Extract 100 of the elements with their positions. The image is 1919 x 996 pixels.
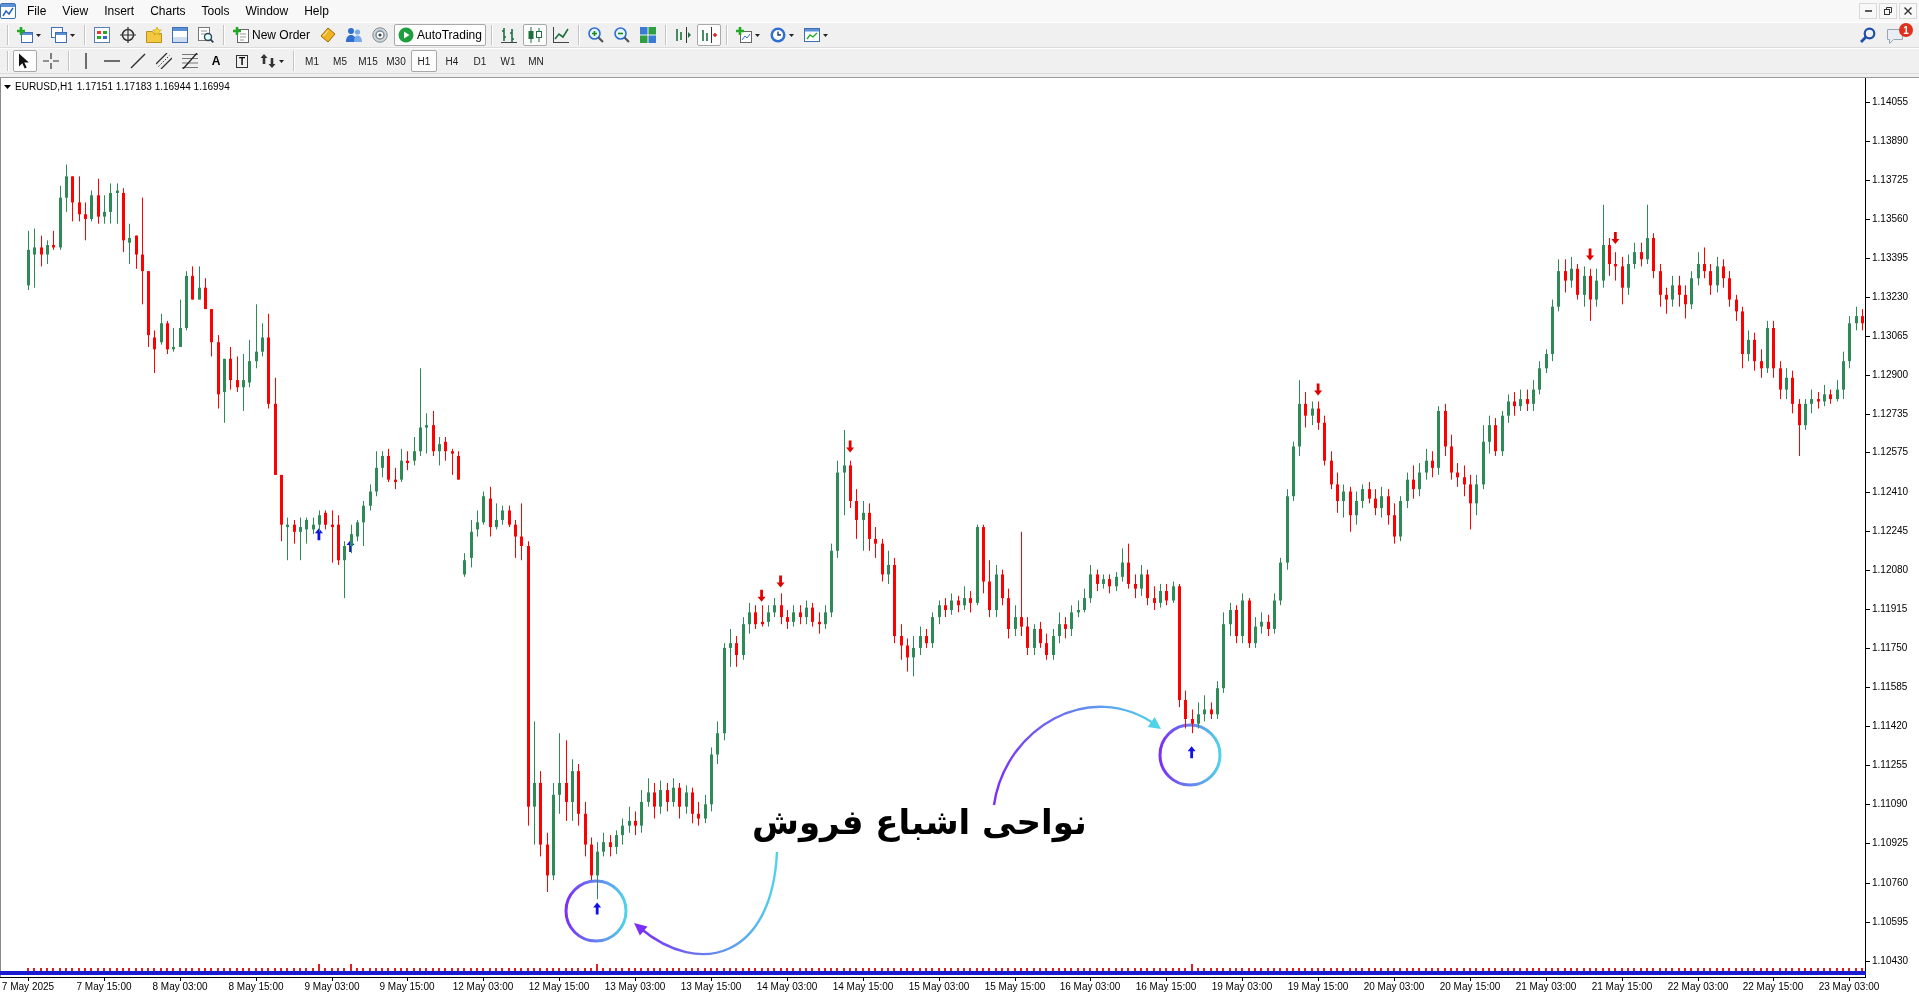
- text-label-button[interactable]: T: [230, 50, 254, 72]
- candlestick: [52, 230, 55, 251]
- timeframe-button[interactable]: MN: [523, 50, 549, 72]
- price-label: 1.11255: [1872, 759, 1908, 771]
- text-tool-button[interactable]: A: [204, 50, 228, 72]
- candlestick: [1108, 573, 1111, 594]
- candlestick: [362, 500, 365, 547]
- time-label: 19 May 15:00: [1287, 981, 1349, 993]
- candlestick: [1070, 604, 1073, 637]
- timeframe-button[interactable]: M1: [299, 50, 325, 72]
- price-label: 1.11750: [1872, 642, 1908, 654]
- candlestick: [1083, 588, 1086, 613]
- candlestick: [1456, 462, 1459, 488]
- menu-item[interactable]: View: [54, 2, 97, 20]
- price-label: 1.12735: [1872, 408, 1909, 420]
- candlestick: [520, 502, 523, 561]
- candlestick: [615, 829, 618, 855]
- candlestick: [1273, 592, 1276, 635]
- windows-icon: [51, 27, 67, 43]
- candlestick: [1355, 491, 1358, 526]
- candlestick: [1039, 621, 1042, 649]
- candlestick: [754, 604, 757, 630]
- chart-window-icon: [803, 27, 820, 43]
- time-label: 7 May 2025: [1, 981, 55, 993]
- candlestick: [634, 810, 637, 836]
- price-label: 1.13725: [1872, 174, 1909, 186]
- candlestick: [1494, 417, 1497, 457]
- minimize-button[interactable]: [1859, 3, 1877, 19]
- timeframe-button[interactable]: H4: [439, 50, 465, 72]
- candlestick: [432, 410, 435, 457]
- candlestick: [963, 585, 966, 611]
- candlestick: [33, 227, 36, 289]
- candlestick: [1165, 583, 1168, 606]
- candlestick: [463, 552, 466, 578]
- caret-icon: [36, 33, 41, 37]
- menu-item[interactable]: Tools: [193, 2, 238, 20]
- candlestick: [742, 616, 745, 661]
- menu-item[interactable]: Insert: [96, 2, 143, 20]
- candlestick: [874, 526, 877, 559]
- candlestick: [704, 794, 707, 824]
- timeframe-button[interactable]: M30: [383, 50, 409, 72]
- candlestick: [116, 182, 119, 225]
- candlestick: [1678, 275, 1681, 308]
- candlestick: [1134, 573, 1137, 599]
- candlestick: [919, 626, 922, 656]
- plus-window-icon: [17, 27, 33, 43]
- chart-shift-icon: [674, 27, 691, 43]
- candlestick: [969, 590, 972, 613]
- timeframe-button[interactable]: D1: [467, 50, 493, 72]
- cursor-button[interactable]: [13, 50, 37, 72]
- candlestick: [1564, 258, 1567, 293]
- candlestick: [1292, 441, 1295, 502]
- price-label: 1.13395: [1872, 252, 1909, 264]
- timeframe-button[interactable]: M5: [327, 50, 353, 72]
- autotrading-button[interactable]: AutoTrading: [394, 24, 486, 46]
- messages-button[interactable]: 1: [1887, 25, 1913, 45]
- candlestick: [628, 806, 631, 834]
- caret-icon: [279, 59, 284, 63]
- menu-item[interactable]: Window: [237, 2, 297, 20]
- timeframe-button[interactable]: H1: [411, 50, 437, 72]
- candlestick: [191, 265, 194, 301]
- channel-icon: [156, 53, 172, 69]
- candlestick-button[interactable]: [522, 24, 547, 46]
- time-label: 12 May 15:00: [528, 981, 590, 993]
- close-button[interactable]: [1899, 3, 1917, 19]
- candlestick: [988, 559, 991, 618]
- menu-item[interactable]: Help: [296, 2, 337, 20]
- new-order-button[interactable]: New Order: [229, 24, 314, 46]
- menu-item[interactable]: Charts: [142, 2, 194, 20]
- candlestick: [400, 448, 403, 483]
- candlestick: [1089, 564, 1092, 604]
- menu-item[interactable]: File: [19, 2, 55, 20]
- down-arrow-icon: [1611, 231, 1620, 244]
- candlestick: [425, 412, 428, 455]
- candlestick: [697, 801, 700, 827]
- candlestick: [1716, 256, 1719, 293]
- candlestick: [659, 780, 662, 815]
- price-label: 1.10430: [1872, 955, 1909, 967]
- candlestick: [305, 517, 308, 545]
- timeframe-button[interactable]: W1: [495, 50, 521, 72]
- candlestick: [748, 602, 751, 635]
- candlestick: [1431, 450, 1434, 478]
- candlestick: [356, 519, 359, 542]
- candlestick: [1861, 308, 1864, 331]
- timeframe-button[interactable]: M15: [355, 50, 381, 72]
- candlestick: [1014, 604, 1017, 637]
- candlestick: [1703, 246, 1706, 279]
- candlestick: [1488, 415, 1491, 455]
- candlestick: [122, 187, 125, 253]
- candlestick: [1633, 242, 1636, 270]
- time-label: 8 May 03:00: [152, 981, 208, 993]
- candlestick: [1159, 583, 1162, 609]
- restore-button[interactable]: [1879, 3, 1897, 19]
- price-label: 1.12080: [1872, 564, 1909, 576]
- candlestick: [1444, 403, 1447, 457]
- auto-scroll-button[interactable]: [696, 24, 721, 46]
- candlestick: [995, 564, 998, 618]
- time-label: 9 May 15:00: [379, 981, 435, 993]
- grid-icon: [639, 27, 656, 43]
- candlestick: [1513, 391, 1516, 417]
